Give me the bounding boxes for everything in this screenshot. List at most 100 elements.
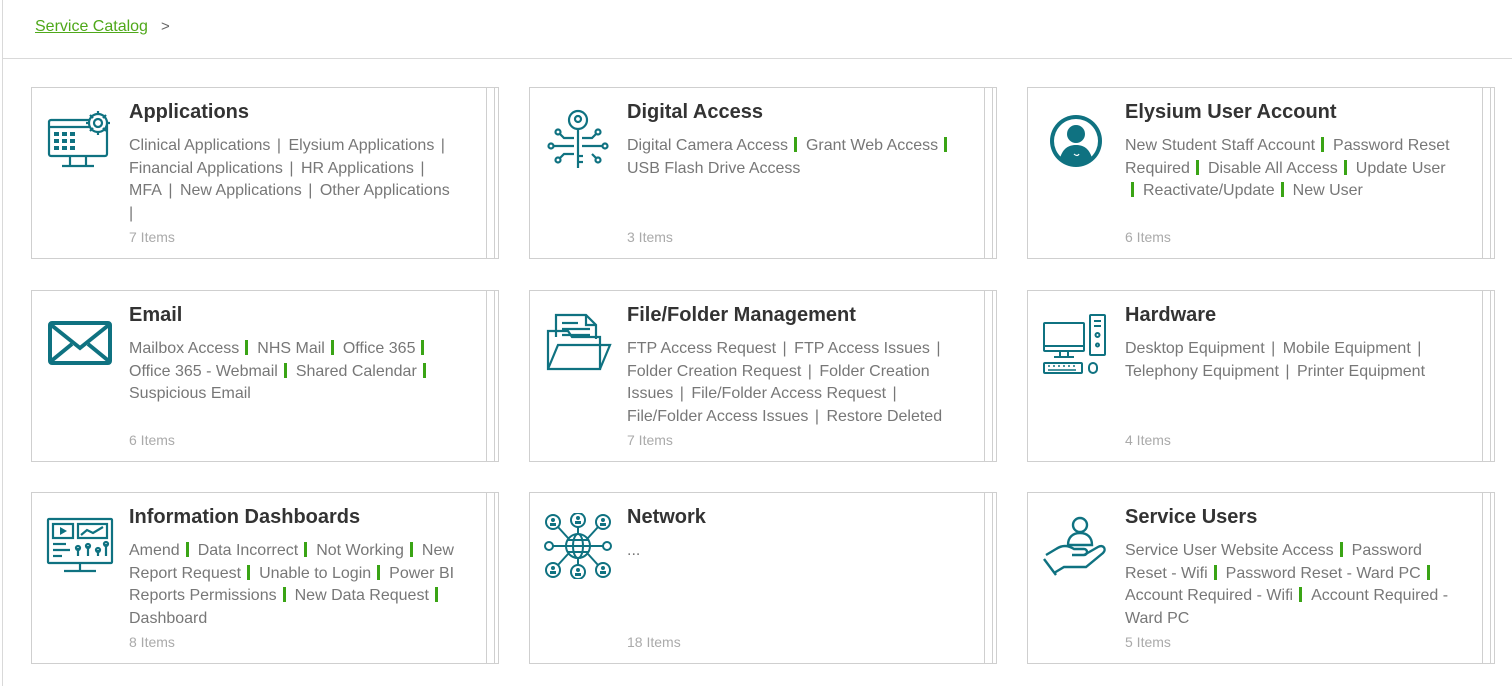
link-separator: | xyxy=(415,159,425,177)
card-link[interactable]: Unable to Login xyxy=(259,565,371,582)
card-link[interactable]: Account Required - Wifi xyxy=(1125,587,1293,604)
link-separator: | xyxy=(436,137,445,154)
link-separator xyxy=(1195,159,1199,175)
item-count: 7 Items xyxy=(129,229,175,245)
catalog-card-network[interactable]: Network... 18 Items xyxy=(529,492,997,664)
card-link[interactable]: Shared Calendar xyxy=(296,363,417,380)
link-separator: | xyxy=(163,182,173,199)
item-count: 7 Items xyxy=(627,432,673,448)
link-separator: | xyxy=(284,159,294,177)
catalog-card-elysium-user-account[interactable]: Elysium User Account New Student Staff Ac… xyxy=(1027,87,1495,259)
link-separator: | xyxy=(129,204,134,222)
link-separator: | xyxy=(272,137,282,154)
card-link[interactable]: New Student Staff Account xyxy=(1125,137,1315,154)
link-separator: | xyxy=(675,385,684,402)
card-link[interactable]: USB Flash Drive Access xyxy=(627,160,800,177)
catalog-card-file-folder-management[interactable]: File/Folder Management FTP Access Request… xyxy=(529,290,997,462)
card-link[interactable]: Other Applications xyxy=(320,182,450,199)
card-stack-edge xyxy=(486,492,487,664)
card-link[interactable]: Service User Website Access xyxy=(1125,542,1334,559)
catalog-card-service-users[interactable]: Service Users Service User Website Access… xyxy=(1027,492,1495,664)
frame-border xyxy=(2,0,3,686)
card-title[interactable]: Service Users xyxy=(1125,506,1257,529)
card-title[interactable]: Information Dashboards xyxy=(129,506,360,529)
card-link[interactable]: New User xyxy=(1293,182,1363,199)
link-separator: | xyxy=(1280,362,1290,380)
card-link[interactable]: Telephony Equipment xyxy=(1125,363,1279,380)
card-stack-edge xyxy=(992,492,993,664)
card-link[interactable]: ... xyxy=(627,542,640,559)
card-link[interactable]: Folder Creation Request xyxy=(627,363,801,380)
item-count: 18 Items xyxy=(627,634,681,650)
card-link[interactable]: MFA xyxy=(129,182,162,199)
card-stack-edge xyxy=(1490,492,1491,664)
card-stack-edge xyxy=(1482,290,1483,462)
link-separator xyxy=(422,362,426,378)
card-link[interactable]: Data Incorrect xyxy=(198,542,298,559)
card-title[interactable]: File/Folder Management xyxy=(627,304,856,327)
card-link[interactable]: Printer Equipment xyxy=(1297,363,1425,380)
card-link[interactable]: Disable All Access xyxy=(1208,160,1338,177)
card-stack-edge xyxy=(494,87,495,259)
card-link[interactable]: Office 365 - Webmail xyxy=(129,363,278,380)
breadcrumb-service-catalog-link[interactable]: Service Catalog xyxy=(35,18,148,36)
link-separator xyxy=(185,542,189,557)
card-link[interactable]: Amend xyxy=(129,542,180,559)
link-separator: | xyxy=(888,385,897,402)
card-link[interactable]: File/Folder Access Issues xyxy=(627,408,808,425)
card-title[interactable]: Network xyxy=(627,506,706,529)
card-link[interactable]: Financial Applications xyxy=(129,160,283,177)
card-title[interactable]: Email xyxy=(129,304,182,327)
card-link[interactable]: HR Applications xyxy=(301,160,414,177)
card-link[interactable]: Desktop Equipment xyxy=(1125,340,1265,357)
card-stack-edge xyxy=(1490,290,1491,462)
catalog-card-email[interactable]: Email Mailbox Access NHS Mail Office 365 Off… xyxy=(31,290,499,462)
item-count: 6 Items xyxy=(129,432,175,448)
card-link[interactable]: Clinical Applications xyxy=(129,137,270,154)
catalog-card-applications[interactable]: Applications Clinical Applications | Elys… xyxy=(31,87,499,259)
link-separator xyxy=(330,340,334,355)
link-separator xyxy=(1213,564,1217,580)
catalog-card-information-dashboards[interactable]: Information Dashboards Amend Data Incorrec… xyxy=(31,492,499,664)
link-separator xyxy=(944,137,948,152)
card-link[interactable]: Elysium Applications xyxy=(288,137,434,154)
card-link[interactable]: Suspicious Email xyxy=(129,385,251,402)
card-link[interactable]: Office 365 xyxy=(343,340,416,357)
card-link[interactable]: Mobile Equipment xyxy=(1283,340,1411,357)
desktop-computer-icon xyxy=(1042,311,1110,377)
link-separator: | xyxy=(778,340,787,357)
card-stack-edge xyxy=(1482,492,1483,664)
card-link[interactable]: Dashboard xyxy=(129,610,207,627)
link-separator xyxy=(283,362,287,378)
card-link[interactable]: NHS Mail xyxy=(257,340,325,357)
catalog-card-digital-access[interactable]: Digital Access Digital Camera Access Grant… xyxy=(529,87,997,259)
card-link[interactable]: FTP Access Request xyxy=(627,340,776,357)
card-link[interactable]: Mailbox Access xyxy=(129,340,239,357)
card-stack-edge xyxy=(494,290,495,462)
card-title[interactable]: Digital Access xyxy=(627,101,763,124)
user-circle-icon xyxy=(1042,108,1110,174)
card-link[interactable]: Digital Camera Access xyxy=(627,137,788,154)
link-separator xyxy=(282,587,286,602)
card-link[interactable]: Grant Web Access xyxy=(806,137,938,154)
card-link[interactable]: File/Folder Access Request xyxy=(691,385,886,402)
card-link[interactable]: Password Reset - Ward PC xyxy=(1226,565,1421,582)
breadcrumb-separator: > xyxy=(161,18,170,35)
card-link[interactable]: New Applications xyxy=(180,182,302,199)
link-separator xyxy=(1343,159,1347,175)
item-count: 4 Items xyxy=(1125,432,1171,448)
card-link[interactable]: Not Working xyxy=(316,542,404,559)
card-title[interactable]: Applications xyxy=(129,101,249,124)
card-title[interactable]: Hardware xyxy=(1125,304,1216,327)
card-link[interactable]: New Data Request xyxy=(295,587,429,604)
card-link[interactable]: Update User xyxy=(1356,160,1446,177)
card-title[interactable]: Elysium User Account xyxy=(1125,101,1337,124)
card-link[interactable]: FTP Access Issues xyxy=(794,340,930,357)
link-separator xyxy=(304,542,308,557)
card-link[interactable]: Reactivate/Update xyxy=(1143,182,1275,199)
link-separator xyxy=(1299,587,1303,602)
catalog-card-hardware[interactable]: Hardware Desktop Equipment | Mobile Equip… xyxy=(1027,290,1495,462)
link-separator: | xyxy=(931,340,941,357)
card-link-list: Amend Data Incorrect Not Working New Report… xyxy=(129,540,459,630)
folder-document-icon xyxy=(544,311,612,377)
